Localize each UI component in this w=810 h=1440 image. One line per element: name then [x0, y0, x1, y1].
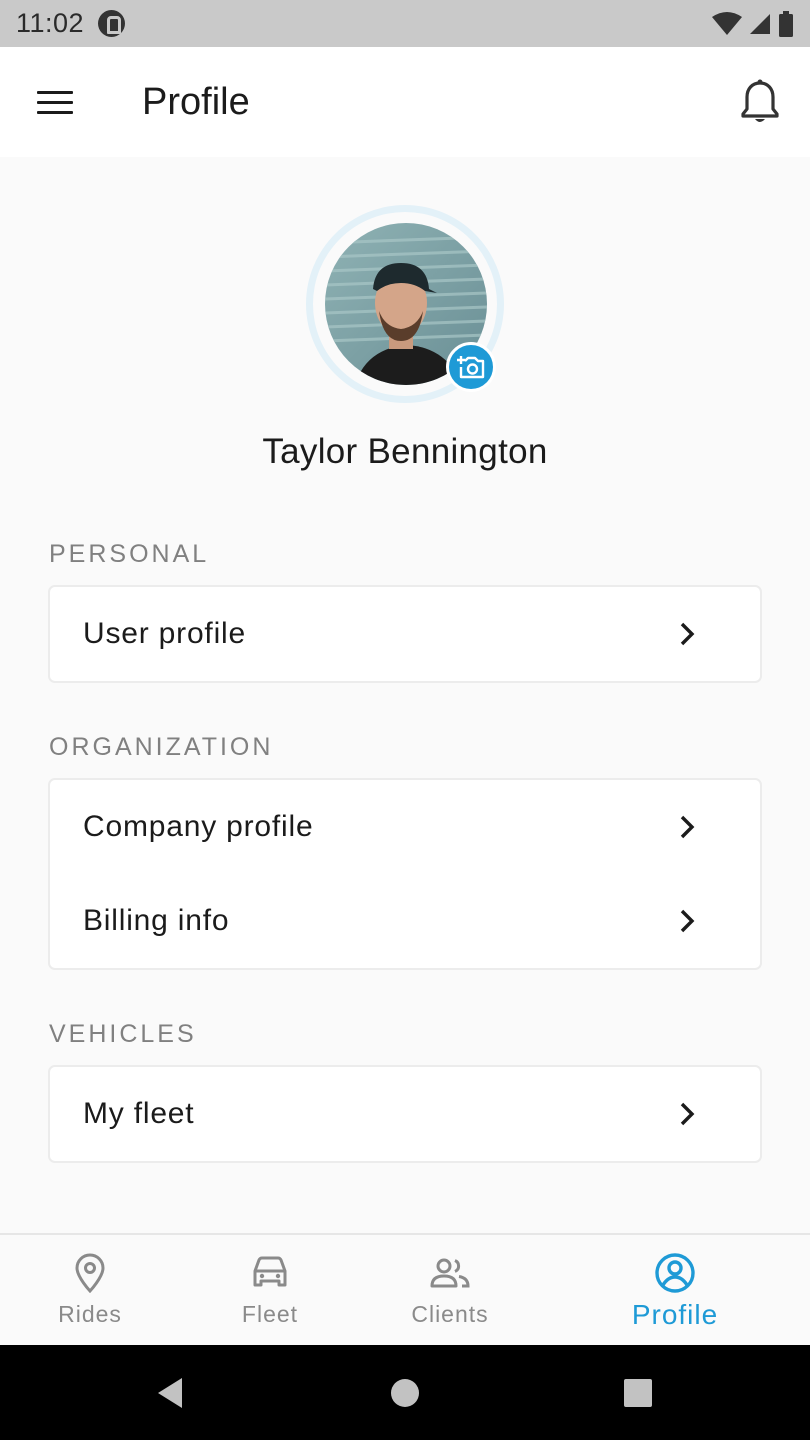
people-icon	[429, 1251, 471, 1295]
cellular-signal-icon	[750, 13, 770, 34]
battery-icon	[779, 10, 793, 37]
nav-item-rides[interactable]: Rides	[30, 1235, 150, 1347]
add-photo-camera-icon[interactable]	[446, 342, 496, 392]
list-item-company-profile[interactable]: Company profile	[50, 780, 760, 874]
nav-label: Clients	[411, 1301, 489, 1327]
nav-item-clients[interactable]: Clients	[390, 1235, 510, 1347]
user-name: Taylor Bennington	[262, 432, 548, 471]
list-item-user-profile[interactable]: User profile	[50, 587, 760, 681]
status-icons	[712, 10, 794, 37]
chevron-right-icon	[680, 909, 695, 933]
map-pin-icon	[73, 1251, 107, 1295]
chevron-right-icon	[680, 1102, 695, 1126]
status-bar: 11:02	[0, 0, 810, 47]
chevron-right-icon	[680, 622, 695, 646]
home-icon[interactable]	[389, 1377, 421, 1409]
system-navigation-bar	[0, 1345, 810, 1440]
nav-label: Profile	[631, 1299, 719, 1330]
status-time: 11:02	[16, 8, 85, 38]
back-icon[interactable]	[154, 1376, 186, 1410]
row-label: My fleet	[83, 1097, 195, 1130]
nav-item-fleet[interactable]: Fleet	[210, 1235, 330, 1347]
nav-label: Rides	[58, 1301, 122, 1327]
bell-icon[interactable]	[736, 74, 784, 130]
wifi-icon	[712, 11, 742, 35]
nav-item-profile[interactable]: Profile	[605, 1235, 745, 1347]
recents-icon[interactable]	[622, 1377, 654, 1409]
row-label: User profile	[83, 617, 246, 650]
section-label-organization: ORGANIZATION	[49, 733, 274, 761]
car-icon	[250, 1251, 290, 1295]
card-organization: Company profile Billing info	[48, 778, 762, 970]
chevron-right-icon	[680, 815, 695, 839]
nav-label: Fleet	[241, 1301, 299, 1327]
section-label-vehicles: VEHICLES	[49, 1020, 197, 1048]
row-label: Billing info	[83, 904, 230, 937]
bottom-navigation: Rides Fleet Clients Profile	[0, 1233, 810, 1345]
hamburger-menu-icon[interactable]	[27, 74, 83, 130]
account-circle-icon	[654, 1251, 696, 1295]
section-label-personal: PERSONAL	[49, 540, 210, 568]
app-notification-icon	[98, 10, 126, 37]
card-personal: User profile	[48, 585, 762, 683]
page-title: Profile	[142, 80, 250, 123]
card-vehicles: My fleet	[48, 1065, 762, 1163]
list-item-my-fleet[interactable]: My fleet	[50, 1067, 760, 1161]
app-bar: Profile	[0, 47, 810, 157]
list-item-billing-info[interactable]: Billing info	[50, 874, 760, 968]
row-label: Company profile	[83, 810, 314, 843]
